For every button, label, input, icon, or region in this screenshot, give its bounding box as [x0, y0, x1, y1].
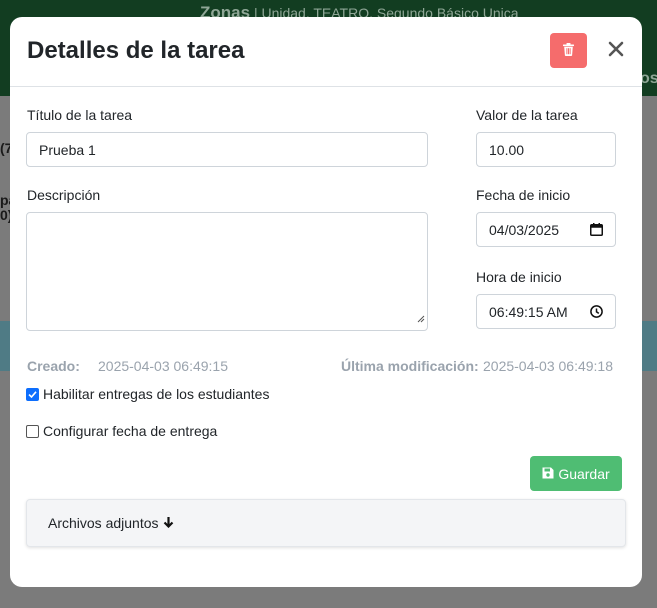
task-title-input[interactable]: Prueba 1	[26, 132, 428, 167]
clock-icon[interactable]	[590, 305, 603, 321]
configure-due-option: Configurar fecha de entrega	[26, 423, 217, 439]
modal-header: Detalles de la tarea	[10, 17, 642, 87]
task-title-label: Título de la tarea	[27, 107, 133, 123]
save-button[interactable]: Guardar	[530, 456, 622, 491]
attachments-toggle[interactable]: Archivos adjuntos	[48, 515, 174, 531]
configure-due-label: Configurar fecha de entrega	[43, 423, 218, 439]
calendar-icon[interactable]	[590, 223, 603, 239]
description-label: Descripción	[27, 187, 101, 203]
attachments-accordion[interactable]: Archivos adjuntos	[26, 499, 626, 547]
start-date-input[interactable]: 04/03/2025	[476, 212, 616, 247]
enable-submissions-label: Habilitar entregas de los estudiantes	[43, 386, 270, 402]
task-value-input[interactable]: 10.00	[476, 132, 616, 167]
task-value-label: Valor de la tarea	[476, 107, 578, 123]
start-time-label: Hora de inicio	[476, 269, 562, 285]
enable-submissions-checkbox[interactable]	[26, 387, 39, 401]
save-button-label: Guardar	[558, 465, 610, 482]
start-date-value: 04/03/2025	[489, 221, 560, 238]
created-label: Creado:	[27, 358, 80, 374]
start-date-label: Fecha de inicio	[476, 187, 571, 203]
start-time-input[interactable]: 06:49:15 AM	[476, 294, 616, 329]
created-value: 2025-04-03 06:49:15	[98, 358, 228, 374]
description-textarea[interactable]	[26, 212, 428, 331]
task-details-modal: Detalles de la tarea Título de la tarea …	[10, 17, 642, 587]
modified-value: 2025-04-03 06:49:18	[483, 358, 613, 374]
enable-submissions-option: Habilitar entregas de los estudiantes	[26, 386, 269, 402]
close-icon	[608, 41, 624, 60]
floppy-disk-icon	[542, 466, 558, 482]
close-button[interactable]	[604, 38, 628, 62]
configure-due-checkbox[interactable]	[26, 424, 39, 438]
delete-task-button[interactable]	[550, 33, 587, 68]
attachments-label: Archivos adjuntos	[48, 515, 159, 531]
modified-label: Última modificación:	[341, 358, 479, 374]
task-value-value: 10.00	[489, 141, 525, 158]
task-title-value: Prueba 1	[39, 141, 96, 158]
modal-title: Detalles de la tarea	[27, 37, 245, 64]
resize-grip-icon[interactable]	[417, 310, 425, 328]
arrow-down-icon	[159, 515, 174, 531]
background-header-fragment: os	[640, 70, 657, 87]
trash-icon	[563, 42, 574, 59]
start-time-value: 06:49:15 AM	[489, 303, 568, 320]
